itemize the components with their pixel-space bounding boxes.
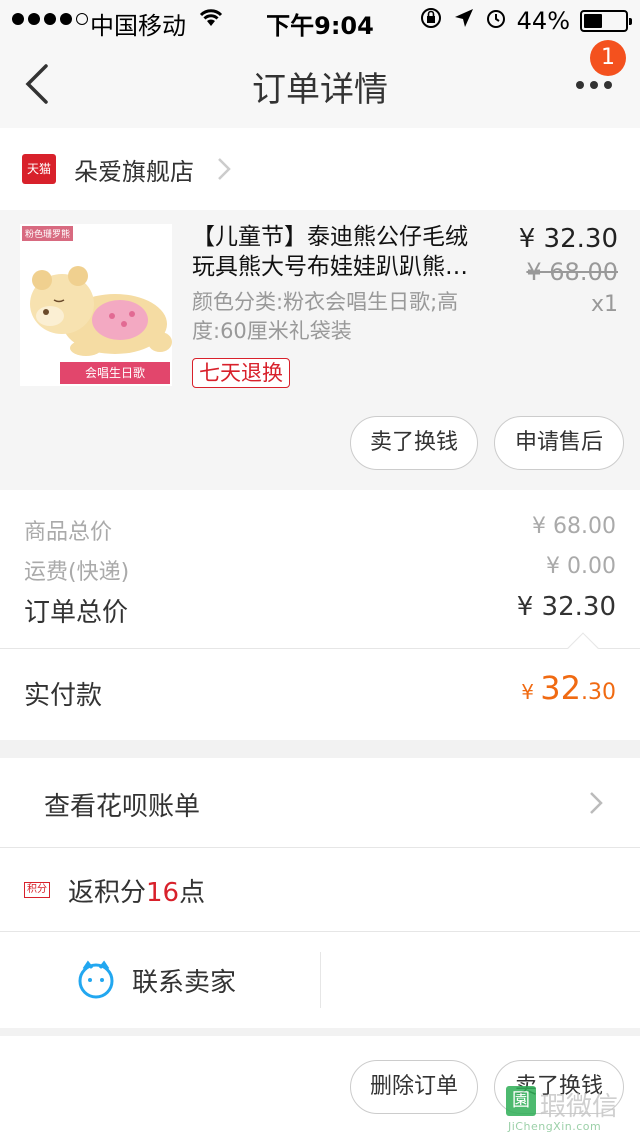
shipping-row: 运费(快递) ¥ 0.00 (24, 554, 616, 586)
shop-name: 朵爱旗舰店 (74, 158, 194, 186)
goods-total-label: 商品总价 (24, 520, 113, 545)
product-title-line1: 【儿童节】泰迪熊公仔毛绒 (192, 224, 468, 250)
chevron-right-icon (218, 158, 231, 180)
order-total-value: ¥ 32.30 (516, 592, 616, 622)
product-price: ¥ 32.30 (518, 224, 618, 254)
after-sale-button[interactable]: 申请售后 (494, 416, 624, 470)
product-sku: 颜色分类:粉衣会唱生日歌;高度:60厘米礼袋装 (192, 290, 459, 343)
view-huabei-bill-row[interactable]: 查看花呗账单 (0, 758, 640, 848)
contact-row: 联系卖家 (0, 932, 640, 1028)
status-bar: 中国移动 下午9:04 44% (0, 0, 640, 40)
return-policy-tag: 七天退换 (192, 358, 290, 388)
image-label: 会唱生日歌 (60, 362, 170, 384)
product-title[interactable]: 【儿童节】泰迪熊公仔毛绒 玩具熊大号布娃娃趴趴熊… (192, 222, 498, 282)
product-quantity: x1 (590, 292, 618, 317)
order-total-label: 订单总价 (24, 598, 129, 628)
points-tag-icon: 积分 (24, 882, 50, 898)
notification-badge: 1 (590, 40, 626, 76)
original-price: ¥ 68.00 (526, 258, 618, 286)
goods-total-row: 商品总价 ¥ 68.00 (24, 514, 616, 546)
chevron-right-icon (590, 792, 603, 814)
orientation-lock-icon (419, 6, 443, 36)
shipping-value: ¥ 0.00 (546, 554, 616, 579)
location-icon (453, 7, 475, 35)
paid-label: 实付款 (24, 681, 103, 711)
paid-amount: ¥ 32.30 (521, 669, 616, 707)
price-summary: 商品总价 ¥ 68.00 运费(快递) ¥ 0.00 订单总价 ¥ 32.30 (0, 490, 640, 648)
sell-button[interactable]: 卖了换钱 (350, 416, 478, 470)
product-image[interactable]: 粉色珊罗熊 会唱生日歌 (20, 224, 172, 386)
dot-icon (576, 81, 584, 89)
order-total-row: 订单总价 ¥ 32.30 (24, 592, 616, 629)
points-number: 16 (146, 878, 180, 908)
battery-percent: 44% (516, 7, 570, 35)
dot-icon (604, 81, 612, 89)
tmall-logo-icon: 天猫 (22, 154, 56, 184)
navigation-bar: 订单详情 1 (0, 40, 640, 128)
goods-total-value: ¥ 68.00 (532, 514, 616, 539)
product-item[interactable]: 粉色珊罗熊 会唱生日歌 【儿童节】泰迪熊公仔毛绒 玩具熊大号布娃娃趴趴熊… 颜色… (0, 210, 640, 490)
battery-icon (580, 10, 632, 32)
watermark-logo: 園 瑕微信 JiChengXin.com (506, 1078, 634, 1136)
contact-seller-button[interactable]: 联系卖家 (132, 962, 236, 999)
chat-icon (76, 960, 116, 1004)
points-row: 积分 返积分16点 (0, 848, 640, 932)
paid-amount-row: 实付款 ¥ 32.30 (0, 632, 640, 740)
shipping-label: 运费(快递) (24, 560, 130, 585)
points-text: 返积分16点 (68, 878, 206, 908)
alarm-icon (485, 7, 507, 35)
product-title-line2: 玩具熊大号布娃娃趴趴熊… (192, 254, 468, 280)
shop-row[interactable]: 天猫 朵爱旗舰店 (0, 128, 640, 210)
delete-order-button[interactable]: 删除订单 (350, 1060, 478, 1114)
image-tag: 粉色珊罗熊 (22, 226, 74, 241)
page-title: 订单详情 (252, 70, 388, 110)
huabei-label: 查看花呗账单 (44, 792, 201, 822)
dot-icon (590, 81, 598, 89)
